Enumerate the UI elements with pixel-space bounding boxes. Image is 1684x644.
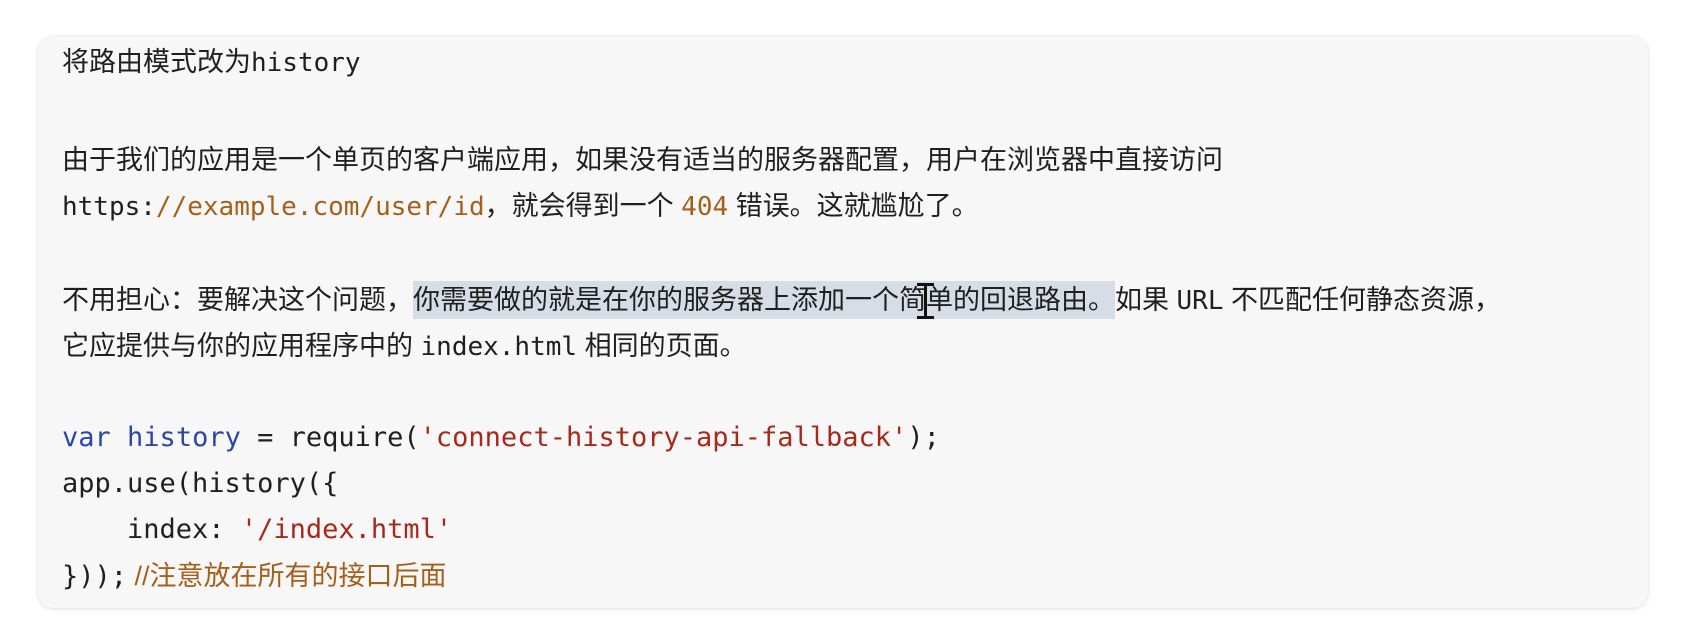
url-scheme: https: (62, 192, 156, 222)
paragraph-2-text: 如果 (1115, 285, 1177, 315)
paragraph-2-line-1: 不用担心：要解决这个问题，你需要做的就是在你的服务器上添加一个简单的回退路由。如… (62, 280, 1501, 321)
code-index-html: index.html (420, 332, 578, 362)
paragraph-1-text: ，就会得到一个 (484, 191, 682, 221)
paragraph-2-line-2: 它应提供与你的应用程序中的 index.html 相同的页面。 (62, 326, 747, 367)
paragraph-2-intro: 不用担心：要解决这个问题， (62, 285, 413, 315)
code-closing: })); (62, 561, 128, 592)
code-string-module: 'connect-history-api-fallback' (419, 422, 908, 453)
selected-text-part-a: 你需要做的就是在你的服务器上添加一个简 (413, 285, 926, 315)
selected-text[interactable]: 你需要做的就是在你的服务器上添加一个简单的回退路由。 (413, 281, 1115, 319)
code-url: URL (1176, 286, 1224, 316)
url-path: //example.com/user/id (155, 192, 485, 222)
paragraph-2-line-2-start: 它应提供与你的应用程序中的 (62, 331, 421, 361)
code-line-3: index: '/index.html' (62, 510, 452, 550)
paragraph-1-line-1: 由于我们的应用是一个单页的客户端应用，如果没有适当的服务器配置，用户在浏览器中直… (62, 145, 1223, 175)
paragraph-1-line-2: https://example.com/user/id，就会得到一个 404 错… (62, 186, 979, 227)
code-require: = require( (240, 422, 420, 453)
heading-code: history (251, 48, 361, 78)
code-variable-history: history (127, 422, 241, 453)
code-string-index: '/index.html' (240, 514, 453, 545)
code-keyword-var: var (62, 422, 111, 453)
paragraph-1-text-end: 错误。这就尴尬了。 (728, 191, 979, 221)
section-heading: 将路由模式改为history (62, 42, 361, 83)
selected-text-part-b: 单的回退路由。 (926, 285, 1115, 315)
paragraph-2-line-2-end: 相同的页面。 (577, 331, 747, 361)
code-line-4: })); //注意放在所有的接口后面 (62, 556, 447, 597)
code-comment: //注意放在所有的接口后面 (127, 561, 447, 591)
code-index-key: index: (62, 514, 241, 545)
paragraph-2-text-end: 不匹配任何静态资源， (1223, 285, 1501, 315)
error-code: 404 (681, 192, 729, 222)
code-line-1: var history = require('connect-history-a… (62, 418, 940, 458)
code-line-2: app.use(history({ (62, 468, 339, 499)
heading-prefix: 将路由模式改为 (62, 47, 251, 77)
code-line-1-end: ); (907, 422, 940, 453)
